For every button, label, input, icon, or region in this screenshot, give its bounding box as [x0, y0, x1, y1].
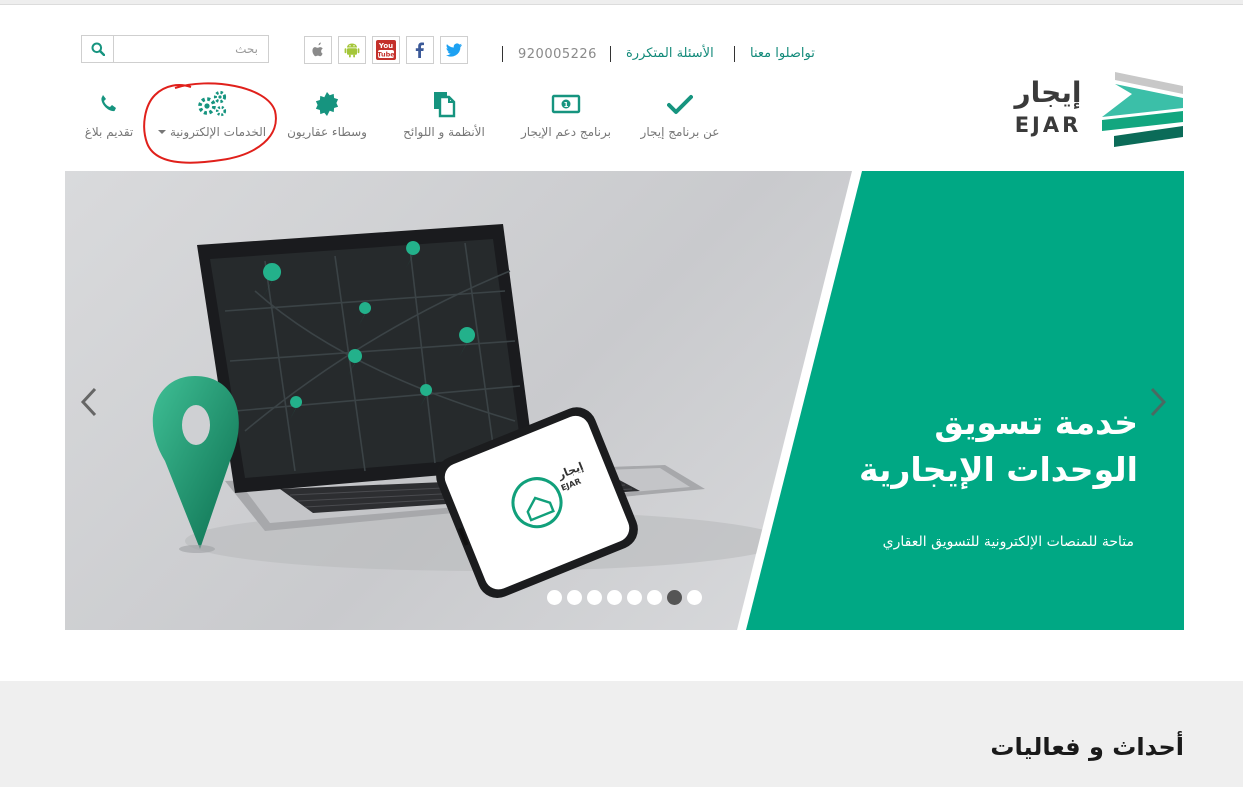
slider-dot[interactable] [627, 590, 642, 605]
slider-pagination [547, 590, 702, 605]
nav-submit-report[interactable]: تقديم بلاغ [76, 90, 142, 139]
nav-regulations[interactable]: الأنظمة و اللوائح [396, 90, 492, 139]
divider [734, 46, 735, 62]
slider-dot[interactable] [587, 590, 602, 605]
ejar-logo[interactable]: إيجار EJAR [1005, 70, 1185, 152]
phone-icon [98, 90, 120, 118]
nav-label: الأنظمة و اللوائح [403, 125, 485, 139]
contact-link[interactable]: تواصلوا معنا [750, 46, 815, 66]
logo-mark-icon [1102, 72, 1183, 147]
slider-dot[interactable] [647, 590, 662, 605]
money-icon: 1 [551, 90, 581, 118]
check-icon [667, 90, 693, 118]
logo-latin: EJAR [1014, 113, 1082, 137]
annotation-circle [143, 82, 277, 164]
slider-prev-button[interactable] [78, 385, 100, 419]
badge-icon [314, 90, 340, 118]
slide-title: خدمة تسويق الوحدات الإيجارية [859, 399, 1138, 493]
slide-title-line-1: خدمة تسويق [934, 403, 1138, 442]
chevron-left-icon [80, 387, 97, 417]
youtube-icon: YouTube [376, 40, 396, 60]
svg-text:You: You [378, 42, 393, 50]
facebook-link[interactable] [406, 36, 434, 64]
phone-number: 920005226 [518, 47, 597, 62]
slide-subtitle: متاحة للمنصات الإلكترونية للتسويق العقار… [882, 534, 1134, 550]
twitter-link[interactable] [440, 36, 468, 64]
nav-label: عن برنامج إيجار [640, 125, 720, 139]
nav-label: تقديم بلاغ [84, 125, 134, 139]
faq-link[interactable]: الأسئلة المتكررة [626, 46, 714, 66]
chevron-right-icon [1150, 387, 1167, 417]
svg-text:1: 1 [564, 101, 569, 109]
nav-about-ejar[interactable]: عن برنامج إيجار [640, 90, 720, 139]
nav-rent-support[interactable]: 1 برنامج دعم الإيجار [517, 90, 615, 139]
nav-label: وسطاء عقاريون [287, 125, 367, 139]
search-icon [91, 42, 105, 56]
apple-icon [312, 42, 323, 57]
slider-dot[interactable] [607, 590, 622, 605]
search-box [81, 35, 269, 63]
logo-arabic: إيجار [1014, 76, 1082, 109]
slider-dot[interactable] [567, 590, 582, 605]
documents-icon [432, 90, 456, 118]
slider-dot[interactable] [547, 590, 562, 605]
android-link[interactable] [338, 36, 366, 64]
youtube-link[interactable]: You Tube [372, 36, 400, 64]
search-button[interactable] [82, 36, 114, 62]
apple-link[interactable] [304, 36, 332, 64]
slider-dot-active[interactable] [667, 590, 682, 605]
nav-label: برنامج دعم الإيجار [521, 125, 611, 139]
hero-slider: إيجار EJAR خدمة تسويق الوحدات الإيجارية … [65, 171, 1184, 630]
events-title: أحداث و فعاليات [990, 733, 1184, 761]
slider-dot[interactable] [687, 590, 702, 605]
window-top-edge [0, 0, 1243, 5]
search-input[interactable] [114, 36, 264, 62]
slider-next-button[interactable] [1147, 385, 1169, 419]
divider [610, 46, 611, 62]
android-icon [344, 43, 360, 58]
svg-text:Tube: Tube [377, 51, 395, 59]
twitter-icon [446, 43, 462, 57]
nav-real-estate-brokers[interactable]: وسطاء عقاريون [283, 90, 371, 139]
divider [502, 46, 503, 62]
facebook-icon [415, 42, 424, 58]
slide-title-line-2: الوحدات الإيجارية [858, 450, 1138, 489]
